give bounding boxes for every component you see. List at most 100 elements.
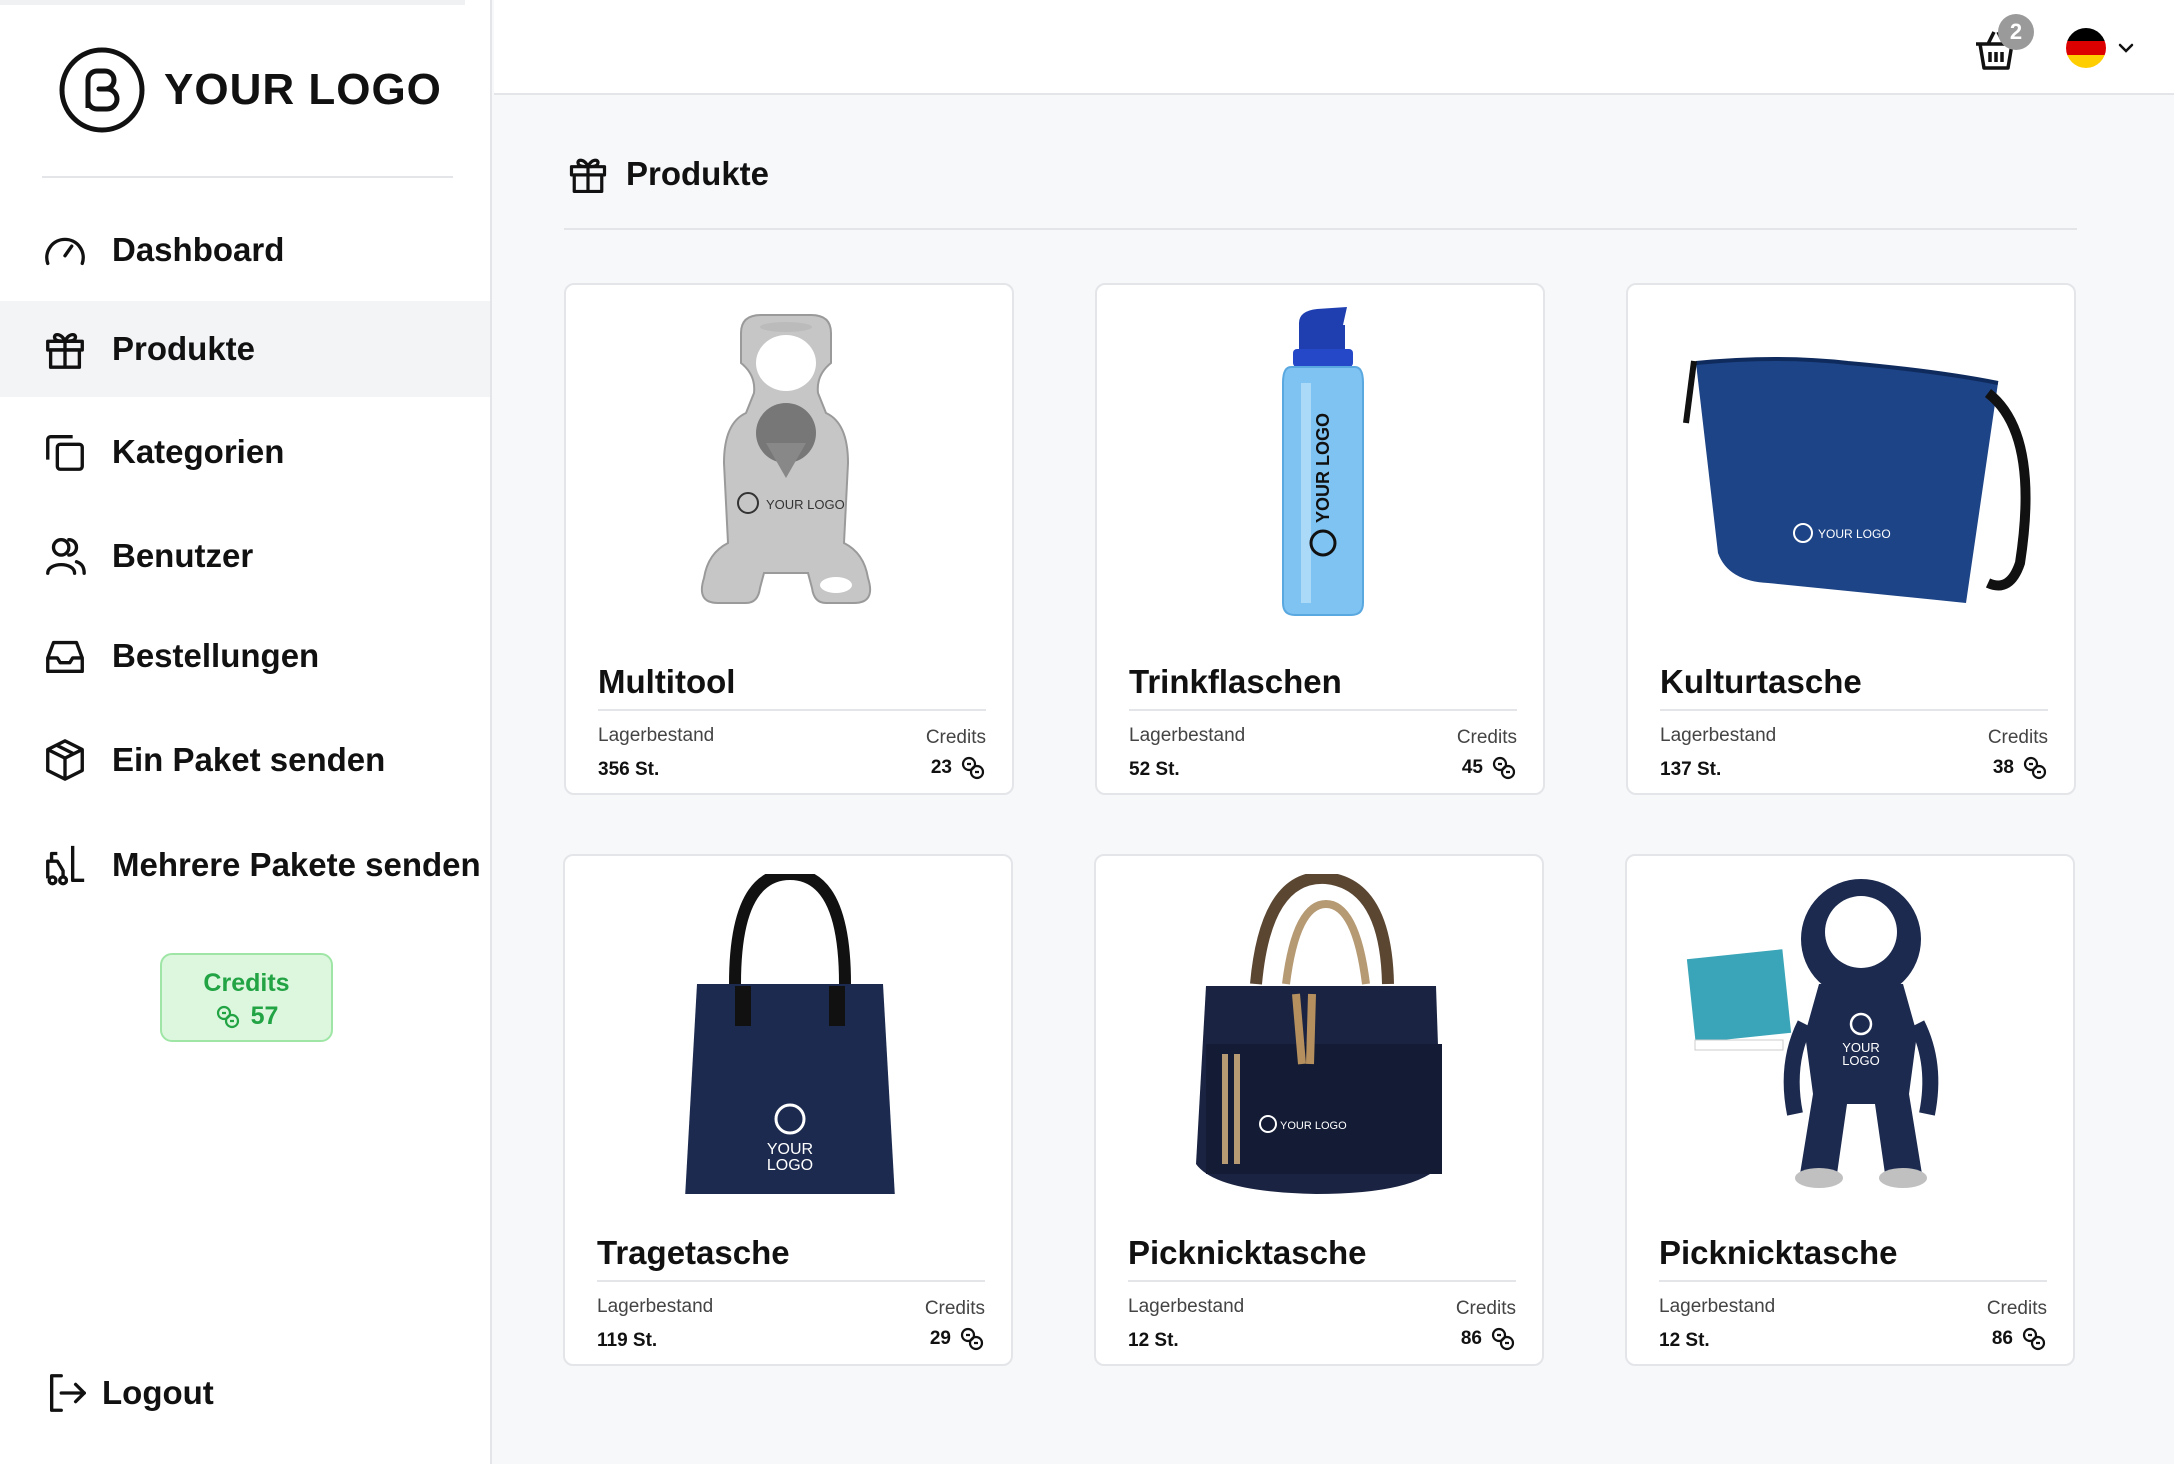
stock-value: 137 St. [1660, 759, 1722, 780]
credits-value: 23 [930, 757, 952, 778]
svg-text:YOUR LOGO: YOUR LOGO [1818, 527, 1891, 541]
main-divider [564, 228, 2077, 230]
product-card-picknicktasche-1[interactable]: YOUR LOGO Picknicktasche Lagerbestand 12… [1094, 854, 1544, 1366]
product-card-kulturtasche[interactable]: YOUR LOGO Kulturtasche Lagerbestand 137 … [1626, 283, 2076, 795]
coins-icon [216, 1005, 239, 1028]
language-selector[interactable] [2066, 28, 2136, 68]
coins-icon [960, 1327, 984, 1351]
product-card-trinkflaschen[interactable]: YOUR LOGO Trinkflaschen Lagerbestand 52 … [1095, 283, 1545, 795]
toiletry-bag-image: YOUR LOGO [1683, 357, 2031, 603]
gift-icon [569, 158, 607, 194]
stock-value: 12 St. [1659, 1330, 1710, 1351]
sidebar-item-paket-senden[interactable]: Ein Paket senden [0, 712, 490, 808]
product-name: Picknicktasche [1659, 1234, 1898, 1271]
credits-value: 45 [1461, 757, 1483, 778]
credits-value: 86 [1460, 1328, 1482, 1349]
cart-button[interactable]: 2 [1972, 14, 2034, 76]
credits-price: 86 [1461, 1326, 1516, 1352]
sidebar-item-dashboard[interactable]: Dashboard [0, 202, 490, 298]
stock-label: Lagerbestand [1128, 1296, 1245, 1317]
card-divider [1659, 1280, 2047, 1282]
cart-count-badge: 2 [1998, 14, 2034, 50]
product-image: YOUR LOGO [1117, 303, 1527, 623]
stock-label: Lagerbestand [1129, 725, 1246, 746]
credits-label: Credits [925, 727, 986, 748]
page-title: Produkte [626, 155, 770, 192]
credits-value: 57 [250, 1002, 279, 1030]
product-image: YOUR LOGO [1648, 303, 2058, 623]
card-divider [1660, 709, 2048, 711]
forklift-icon [40, 840, 90, 890]
package-icon [40, 735, 90, 785]
product-card-picknicktasche-2[interactable]: YOUR LOGO Picknicktasche Lagerbestand 12… [1625, 854, 2075, 1366]
credits-value-row: 57 [162, 1002, 331, 1031]
top-bar: 2 [494, 0, 2174, 95]
sidebar-item-label: Ein Paket senden [112, 741, 386, 778]
coins-icon [961, 756, 985, 780]
germany-flag-icon [2066, 28, 2106, 68]
svg-text:YOUR LOGO: YOUR LOGO [1313, 413, 1333, 523]
credits-label: Credits [1455, 1298, 1516, 1319]
logout-label: Logout [102, 1374, 214, 1411]
product-name: Tragetasche [597, 1234, 790, 1271]
sidebar-item-benutzer[interactable]: Benutzer [0, 508, 490, 604]
sidebar-item-label: Kategorien [112, 433, 285, 470]
credits-label: Credits [203, 969, 290, 997]
coins-icon [2023, 756, 2047, 780]
credits-label: Credits [1986, 1298, 2047, 1319]
sidebar-divider [42, 176, 453, 178]
picnic-bag-image: YOUR LOGO [1196, 874, 1442, 1194]
product-image: YOUR LOGO [1116, 874, 1526, 1194]
svg-text:YOUR LOGO: YOUR LOGO [766, 497, 845, 512]
stock-value: 119 St. [597, 1330, 658, 1351]
stock-label: Lagerbestand [597, 1296, 714, 1317]
logo-text: YOUR LOGO [164, 65, 442, 114]
credits-price: 86 [1992, 1326, 2047, 1352]
credits-value: 86 [1991, 1328, 2013, 1349]
card-divider [1129, 709, 1517, 711]
stock-value: 12 St. [1128, 1330, 1179, 1351]
sidebar-item-label: Mehrere Pakete senden [112, 846, 481, 883]
brand-logo[interactable]: YOUR LOGO [58, 46, 442, 134]
sidebar-item-mehrere-pakete[interactable]: Mehrere Pakete senden [0, 817, 490, 913]
tote-bag-image: YOUR LOGO [685, 874, 895, 1194]
coins-icon [1492, 756, 1516, 780]
sidebar: YOUR LOGO Dashboard Produkte Kategorien [0, 0, 492, 1464]
water-bottle-image: YOUR LOGO [1282, 307, 1364, 616]
card-divider [598, 709, 986, 711]
sidebar-item-produkte[interactable]: Produkte [0, 301, 490, 397]
product-image: YOUR LOGO [586, 303, 996, 623]
product-name: Picknicktasche [1128, 1234, 1367, 1271]
svg-text:YOUR LOGO: YOUR LOGO [1280, 1120, 1347, 1132]
svg-text:LOGO: LOGO [1842, 1053, 1880, 1068]
sidebar-top-line [0, 0, 465, 5]
sidebar-item-label: Dashboard [112, 231, 285, 268]
credits-label: Credits [924, 1298, 985, 1319]
page-header: Produkte [566, 152, 769, 196]
credits-value: 38 [1992, 757, 2014, 778]
product-card-multitool[interactable]: YOUR LOGO Multitool Lagerbestand 356 St.… [564, 283, 1014, 795]
stock-label: Lagerbestand [598, 725, 715, 746]
credits-price: 29 [930, 1326, 985, 1352]
credits-value: 29 [929, 1328, 951, 1349]
coins-icon [2022, 1327, 2046, 1351]
card-divider [597, 1280, 985, 1282]
sidebar-item-bestellungen[interactable]: Bestellungen [0, 608, 490, 704]
card-divider [1128, 1280, 1516, 1282]
credits-label: Credits [1987, 727, 2048, 748]
product-name: Multitool [598, 663, 736, 700]
bottle-opener-figure-image: YOUR LOGO [1686, 879, 1939, 1188]
stock-value: 356 St. [598, 759, 660, 780]
sidebar-item-kategorien[interactable]: Kategorien [0, 404, 490, 500]
svg-text:YOUR: YOUR [767, 1141, 813, 1158]
product-card-tragetasche[interactable]: YOUR LOGO Tragetasche Lagerbestand 119 S… [563, 854, 1013, 1366]
copy-icon [40, 427, 90, 477]
stock-label: Lagerbestand [1660, 725, 1777, 746]
credits-balance: Credits 57 [160, 953, 333, 1042]
sidebar-item-label: Bestellungen [112, 637, 320, 674]
credits-label: Credits [1456, 727, 1517, 748]
product-name: Trinkflaschen [1129, 663, 1342, 700]
logout-button[interactable]: Logout [44, 1370, 214, 1416]
sidebar-item-label: Produkte [112, 330, 256, 367]
logo-mark-icon [59, 47, 145, 133]
